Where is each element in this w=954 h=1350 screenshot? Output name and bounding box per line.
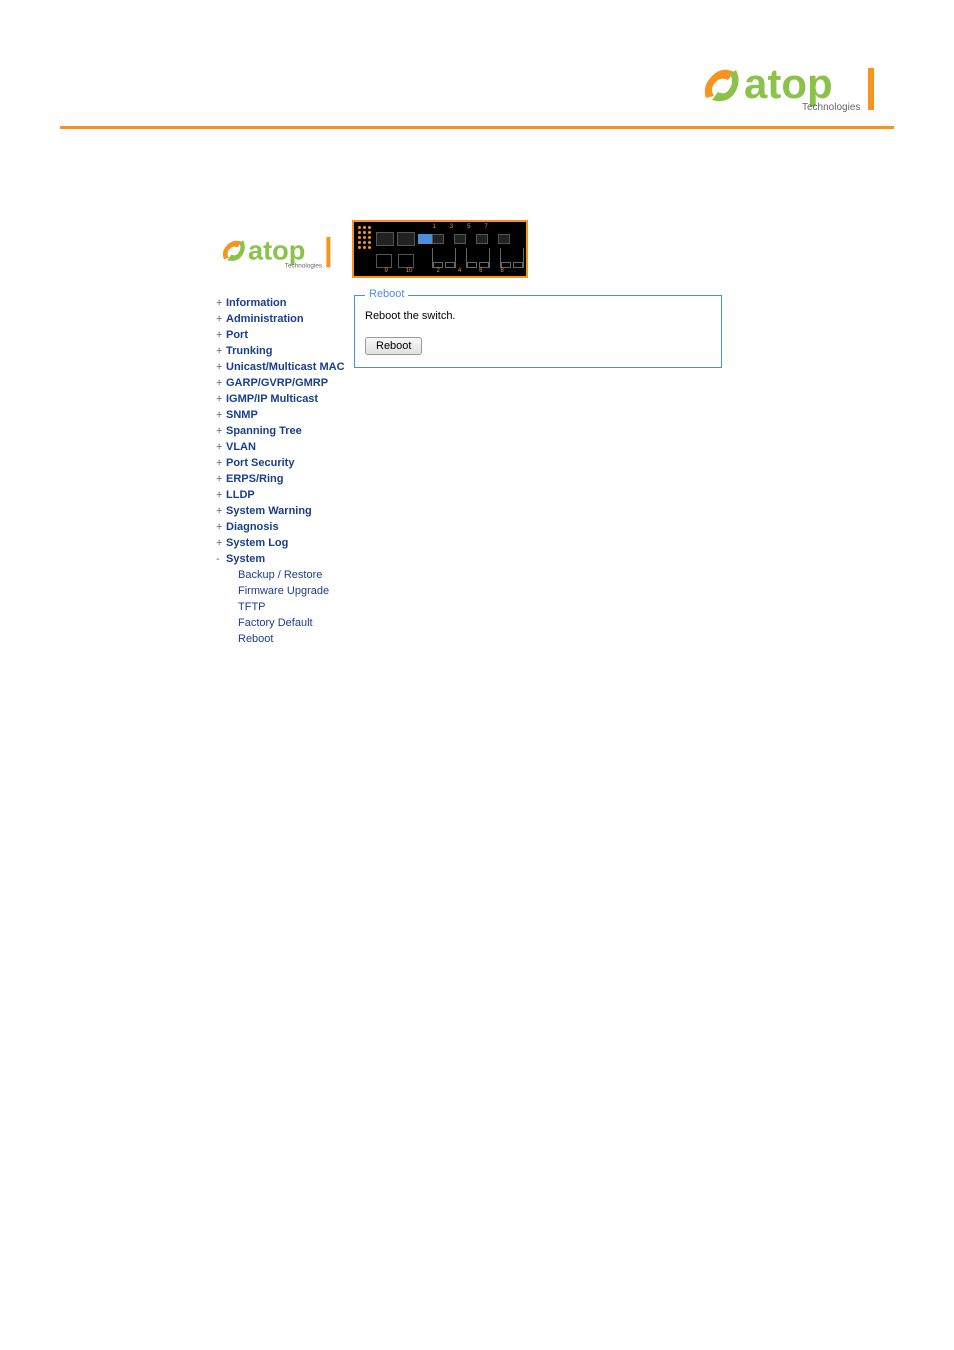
port-icon bbox=[398, 254, 414, 268]
sidebar-item-system[interactable]: System bbox=[216, 551, 351, 567]
lower-port-row bbox=[376, 254, 414, 268]
port-top-numbers: 1 3 5 7 bbox=[432, 224, 487, 230]
sidebar-item-unicast-multicast-mac[interactable]: Unicast/Multicast MAC bbox=[216, 359, 351, 375]
sfp-port-icon bbox=[397, 232, 415, 246]
sidebar-item-trunking[interactable]: Trunking bbox=[216, 343, 351, 359]
sidebar-item-information[interactable]: Information bbox=[216, 295, 351, 311]
ethernet-port-icon bbox=[432, 234, 444, 244]
header-divider bbox=[60, 126, 894, 129]
reboot-button[interactable]: Reboot bbox=[365, 337, 422, 355]
ethernet-port-row bbox=[432, 234, 510, 244]
sidebar-item-port[interactable]: Port bbox=[216, 327, 351, 343]
svg-text:atop: atop bbox=[744, 60, 833, 107]
reboot-fieldset: Reboot Reboot the switch. Reboot bbox=[354, 295, 722, 368]
sfp-port-icon bbox=[376, 232, 394, 246]
ethernet-port-icon bbox=[454, 234, 466, 244]
upper-port-row bbox=[376, 232, 439, 246]
header-brand-logo: atop Technologies bbox=[694, 50, 894, 120]
sidebar-item-lldp[interactable]: LLDP bbox=[216, 487, 351, 503]
sidebar-item-port-security[interactable]: Port Security bbox=[216, 455, 351, 471]
atop-logo-icon: atop Technologies bbox=[694, 50, 894, 120]
reboot-message: Reboot the switch. bbox=[365, 310, 711, 322]
main-content-panel: Reboot Reboot the switch. Reboot bbox=[354, 295, 722, 368]
sidebar-item-snmp[interactable]: SNMP bbox=[216, 407, 351, 423]
svg-text:atop: atop bbox=[248, 234, 305, 265]
port-icon bbox=[376, 254, 392, 268]
sidebar-item-vlan[interactable]: VLAN bbox=[216, 439, 351, 455]
sidebar-item-administration[interactable]: Administration bbox=[216, 311, 351, 327]
svg-text:Technologies: Technologies bbox=[802, 102, 860, 113]
sidebar-subitem-firmware-upgrade[interactable]: Firmware Upgrade bbox=[216, 583, 351, 599]
sidebar-item-garp-gvrp-gmrp[interactable]: GARP/GVRP/GMRP bbox=[216, 375, 351, 391]
ethernet-port-icon bbox=[498, 234, 510, 244]
fieldset-title: Reboot bbox=[365, 288, 408, 300]
sidebar-item-erps-ring[interactable]: ERPS/Ring bbox=[216, 471, 351, 487]
sidebar-subitem-tftp[interactable]: TFTP bbox=[216, 599, 351, 615]
navigation-sidebar: Information Administration Port Trunking… bbox=[216, 295, 351, 647]
device-port-panel: 1 3 5 7 bbox=[352, 220, 528, 278]
sidebar-item-system-log[interactable]: System Log bbox=[216, 535, 351, 551]
sidebar-subitem-backup-restore[interactable]: Backup / Restore bbox=[216, 567, 351, 583]
device-indicator-dots bbox=[358, 226, 371, 249]
sidebar-item-spanning-tree[interactable]: Spanning Tree bbox=[216, 423, 351, 439]
connector-row bbox=[432, 248, 524, 268]
atop-logo-small-icon: atop Technologies bbox=[216, 220, 344, 278]
sidebar-subitem-reboot[interactable]: Reboot bbox=[216, 631, 351, 647]
sidebar-item-igmp-ip-multicast[interactable]: IGMP/IP Multicast bbox=[216, 391, 351, 407]
module-icon bbox=[418, 234, 432, 244]
content-brand-logo: atop Technologies bbox=[216, 220, 344, 278]
ethernet-port-icon bbox=[476, 234, 488, 244]
svg-text:Technologies: Technologies bbox=[285, 262, 322, 269]
sidebar-item-diagnosis[interactable]: Diagnosis bbox=[216, 519, 351, 535]
sidebar-item-system-warning[interactable]: System Warning bbox=[216, 503, 351, 519]
port-bottom-numbers: 9 10 2 4 6 8 bbox=[384, 268, 503, 274]
sidebar-subitem-factory-default[interactable]: Factory Default bbox=[216, 615, 351, 631]
